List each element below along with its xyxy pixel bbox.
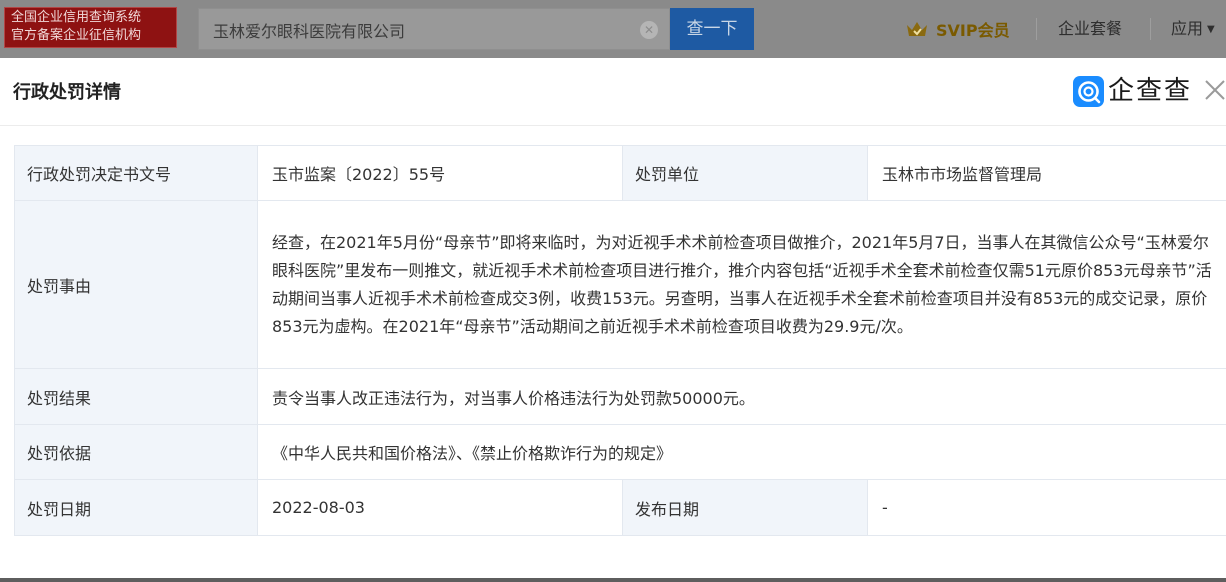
header-divider xyxy=(0,125,1226,126)
logo-line-2: 官方备案企业征信机构 xyxy=(11,28,142,43)
penalty-detail-modal: 行政处罚详情 企查查 行政处罚决定书文号 玉市监案〔2022〕55号 处罚单位 … xyxy=(0,58,1226,578)
penalty-result-label: 处罚结果 xyxy=(14,368,258,425)
close-icon[interactable] xyxy=(1203,78,1226,102)
brand-logo: 企查查 xyxy=(1073,75,1192,107)
penalty-reason-value: 经查，在2021年5月份“母亲节”即将来临时，为对近视手术术前检查项目做推介，2… xyxy=(257,200,1226,369)
nav-enterprise-package[interactable]: 企业套餐 xyxy=(1058,18,1122,40)
search-input[interactable] xyxy=(213,18,623,42)
nav-apps[interactable]: 应用 ▼ xyxy=(1171,18,1215,41)
penalty-unit-label: 处罚单位 xyxy=(622,145,868,201)
svip-label: SVIP会员 xyxy=(936,21,1010,40)
table-row: 处罚日期 2022-08-03 发布日期 - xyxy=(14,479,1226,536)
penalty-date-label: 处罚日期 xyxy=(14,479,258,536)
nav-divider xyxy=(1036,18,1037,40)
penalty-reason-label: 处罚事由 xyxy=(14,200,258,369)
modal-title: 行政处罚详情 xyxy=(13,82,121,103)
penalty-result-value: 责令当事人改正违法行为，对当事人价格违法行为处罚款50000元。 xyxy=(257,368,1226,425)
table-row: 处罚依据 《中华人民共和国价格法》、《禁止价格欺诈行为的规定》 xyxy=(14,424,1226,480)
doc-number-label: 行政处罚决定书文号 xyxy=(14,145,258,201)
dimmed-page-background xyxy=(0,578,1226,582)
penalty-unit-value[interactable]: 玉林市市场监督管理局 xyxy=(867,145,1226,201)
publish-date-value: - xyxy=(867,479,1226,536)
nav-divider xyxy=(1150,18,1151,40)
search-box: ✕ xyxy=(198,8,670,50)
penalty-date-value: 2022-08-03 xyxy=(257,479,623,536)
clear-circle-icon[interactable]: ✕ xyxy=(640,21,658,39)
svip-member-link[interactable]: SVIP会员 xyxy=(906,17,1010,41)
penalty-detail-table: 行政处罚决定书文号 玉市监案〔2022〕55号 处罚单位 玉林市市场监督管理局 … xyxy=(14,145,1226,536)
table-row: 行政处罚决定书文号 玉市监案〔2022〕55号 处罚单位 玉林市市场监督管理局 xyxy=(14,145,1226,201)
qichacha-logo-icon xyxy=(1073,75,1104,107)
crown-icon xyxy=(907,22,927,36)
publish-date-label: 发布日期 xyxy=(622,479,868,536)
brand-name: 企查查 xyxy=(1108,76,1193,106)
top-bar: 全国企业信用查询系统 官方备案企业征信机构 ✕ 查一下 SVIP会员 企业套餐 … xyxy=(0,0,1226,58)
doc-number-value: 玉市监案〔2022〕55号 xyxy=(257,145,623,201)
nav-apps-label: 应用 xyxy=(1171,19,1204,38)
search-button[interactable]: 查一下 xyxy=(670,8,754,50)
logo-line-1: 全国企业信用查询系统 xyxy=(11,10,142,25)
site-logo-badge[interactable]: 全国企业信用查询系统 官方备案企业征信机构 xyxy=(4,7,177,48)
table-row: 处罚结果 责令当事人改正违法行为，对当事人价格违法行为处罚款50000元。 xyxy=(14,368,1226,425)
penalty-basis-label: 处罚依据 xyxy=(14,424,258,480)
penalty-basis-value: 《中华人民共和国价格法》、《禁止价格欺诈行为的规定》 xyxy=(257,424,1226,480)
caret-down-icon: ▼ xyxy=(1207,23,1215,35)
table-row: 处罚事由 经查，在2021年5月份“母亲节”即将来临时，为对近视手术术前检查项目… xyxy=(14,200,1226,369)
